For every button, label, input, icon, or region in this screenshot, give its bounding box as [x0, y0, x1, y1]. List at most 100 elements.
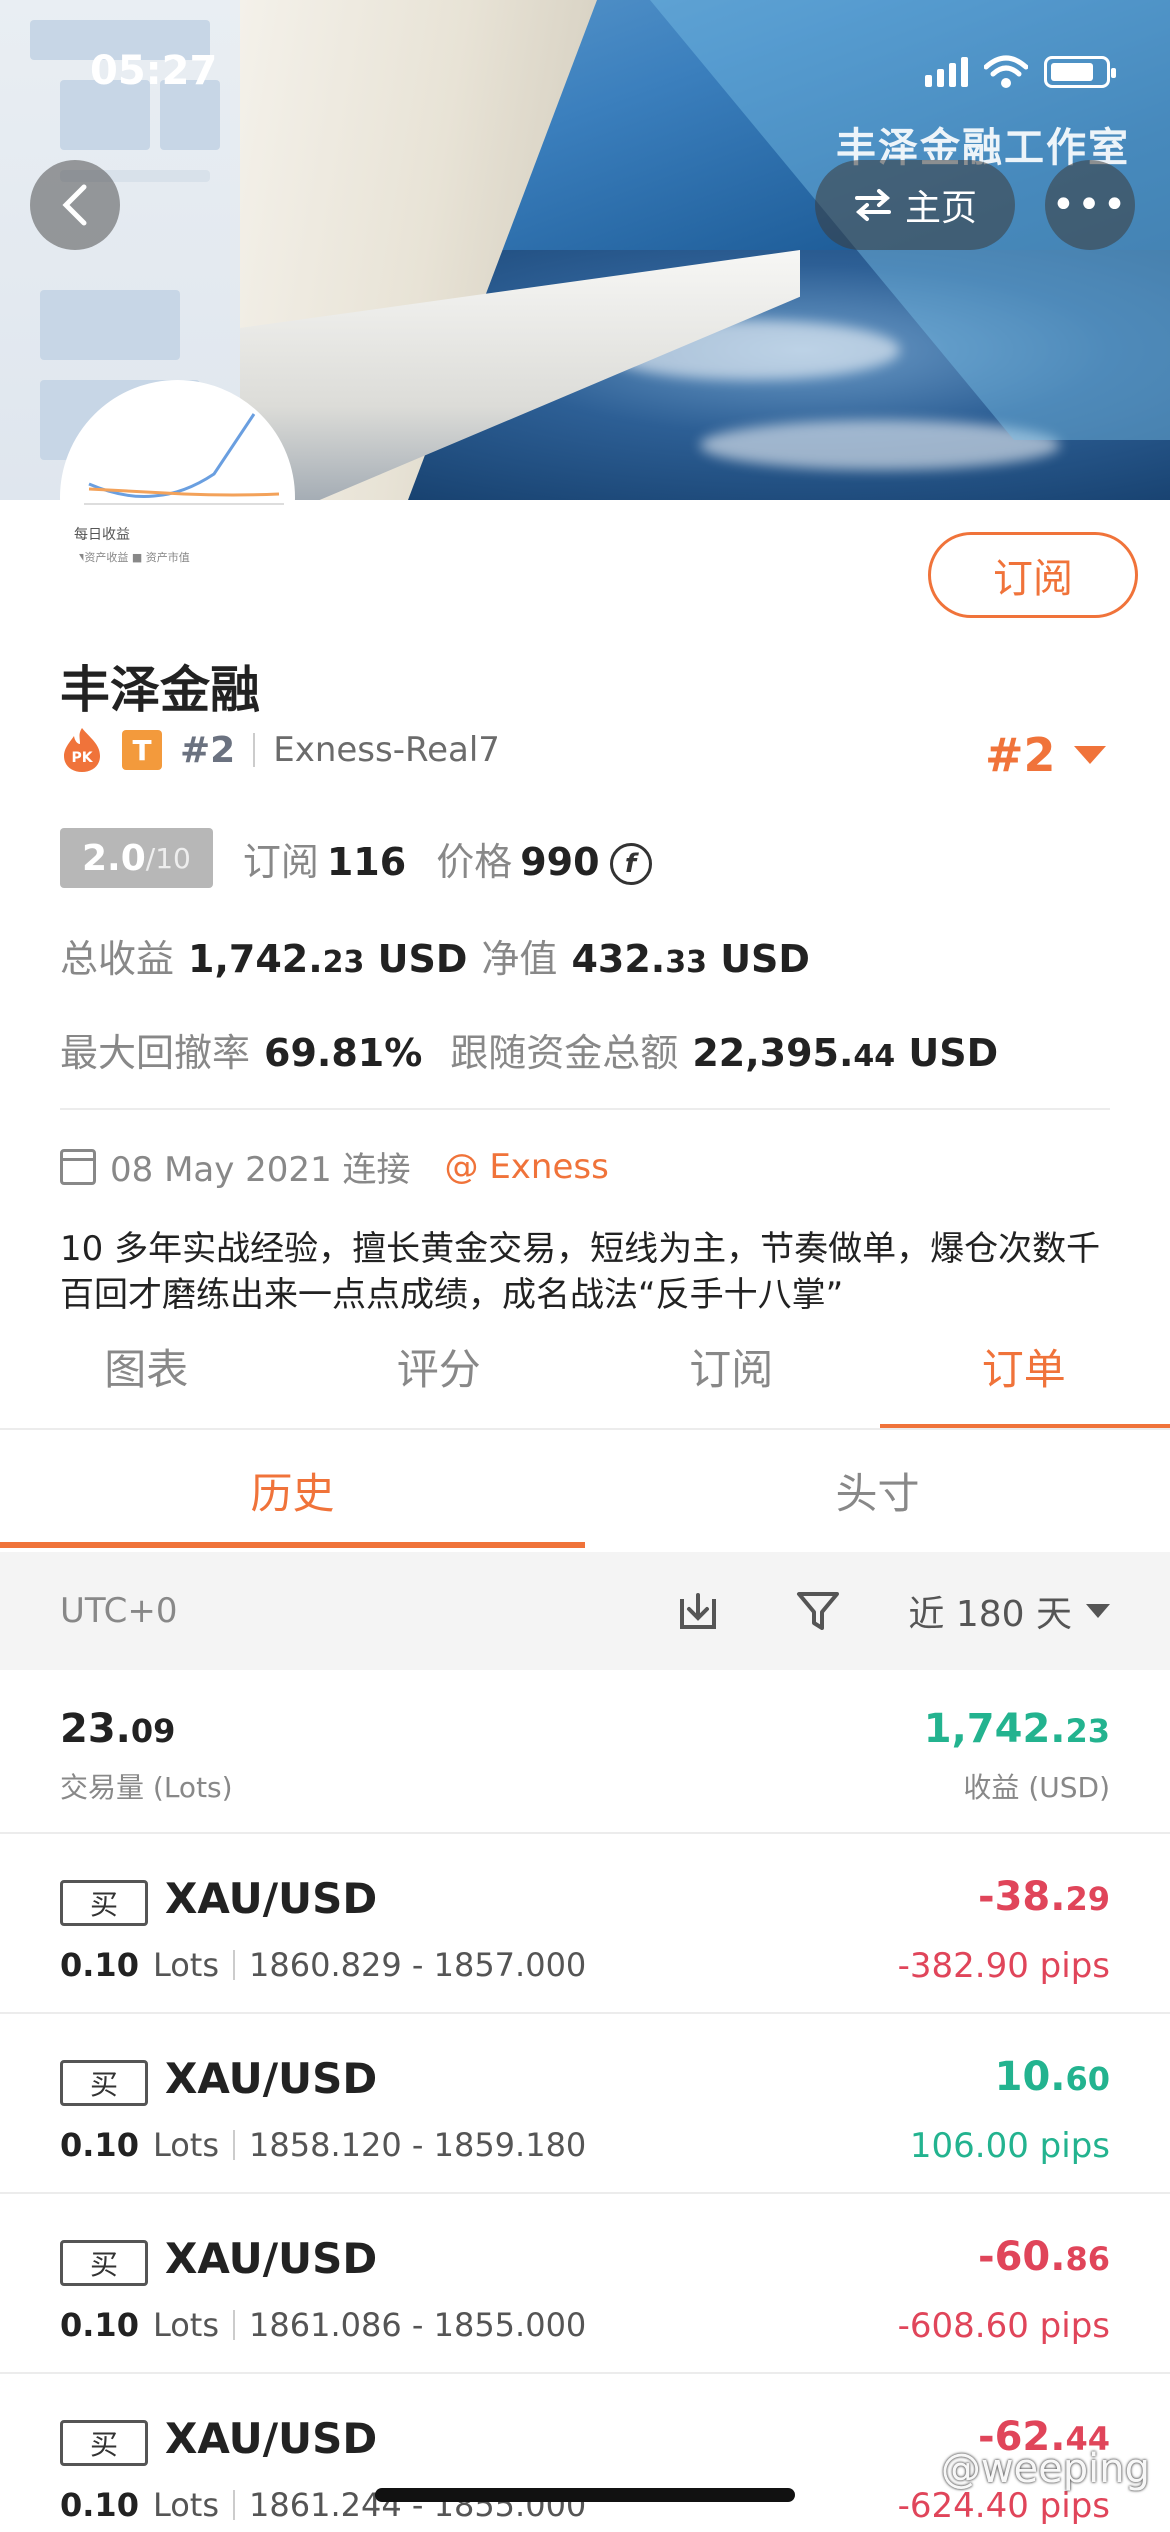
pk-flame-icon[interactable]: PK: [60, 726, 104, 774]
caret-down-icon: [1086, 1604, 1110, 1618]
total-profit-label: 总收益: [60, 937, 175, 981]
profit-label: 收益 (USD): [963, 1771, 1110, 1804]
subs-label: 订阅: [242, 839, 319, 884]
trader-bio: 10 多年实战经验，擅长黄金交易，短线为主，节奏做单，爆仓次数千百回才磨练出来一…: [60, 1229, 1101, 1315]
home-label: 主页: [904, 188, 977, 229]
order-pnl: -60.86: [978, 2234, 1110, 2280]
watermark: @weeping: [940, 2446, 1150, 2492]
side-badge: 买: [60, 2420, 148, 2466]
badges-row: PK T #2 Exness-Real7: [60, 726, 500, 774]
rank-big: #2: [985, 728, 1056, 782]
home-indicator[interactable]: [375, 2488, 795, 2502]
order-symbol: XAU/USD: [165, 2414, 378, 2463]
coin-icon: f: [609, 843, 652, 885]
calendar-icon: [60, 1148, 96, 1185]
meta-row: 08 May 2021 连接 @ Exness: [60, 1142, 609, 1191]
order-row[interactable]: 买 XAU/USD 0.10 Lots 1861.086 - 1855.000 -6…: [0, 2194, 1170, 2374]
score-row: 2.0/10 订阅 116 价格 990 f: [60, 828, 652, 888]
divider: [60, 1108, 1110, 1110]
rank-dropdown[interactable]: #2: [985, 728, 1106, 782]
divider: [253, 733, 256, 767]
wifi-icon: [984, 55, 1028, 88]
order-pips: -608.60 pips: [897, 2306, 1110, 2346]
max-drawdown-label: 最大回撤率: [60, 1031, 251, 1075]
filter-icon: [797, 1592, 840, 1630]
price-value: 990: [520, 839, 600, 884]
chevron-left-icon: [62, 184, 87, 226]
subs-value: 116: [326, 839, 407, 884]
order-price-range: 1860.829 - 1857.000: [249, 1946, 587, 1984]
order-symbol: XAU/USD: [165, 1874, 378, 1923]
subtab-history[interactable]: 历史: [0, 1430, 585, 1550]
tab-orders[interactable]: 订单: [878, 1322, 1170, 1430]
connected-date: 08 May 2021 连接: [110, 1150, 411, 1190]
avatar[interactable]: 每日收益 ■资产收益 ■ 资产市值: [60, 380, 295, 615]
subscribe-button[interactable]: 订阅: [928, 532, 1138, 618]
order-price-range: 1861.086 - 1855.000: [249, 2306, 587, 2344]
tier-badge: T: [122, 730, 162, 770]
subtab-positions[interactable]: 头寸: [585, 1430, 1170, 1550]
equity-value: 432.33 USD: [571, 937, 810, 981]
timezone-label: UTC+0: [60, 1591, 178, 1631]
score-badge: 2.0/10: [60, 828, 213, 888]
follow-funds-value: 22,395.44 USD: [692, 1031, 999, 1075]
signal-icon: [925, 57, 968, 87]
main-tabs: 图表 评分 订阅 订单: [0, 1322, 1170, 1430]
side-badge: 买: [60, 2240, 148, 2286]
avatar-legend-sub: ■资产收益 ■ 资产市值: [74, 551, 190, 564]
order-price-range: 1858.120 - 1859.180: [249, 2126, 587, 2164]
tab-subscription[interactable]: 订阅: [585, 1322, 878, 1430]
order-row[interactable]: 买 XAU/USD 0.10 Lots 1860.829 - 1857.000 -3…: [0, 1834, 1170, 2014]
more-icon: •••: [1051, 182, 1129, 228]
profit-row: 总收益 1,742.23 USD 净值 432.33 USD: [60, 928, 810, 983]
order-lots: 0.10 Lots 1861.086 - 1855.000: [60, 2306, 587, 2344]
home-button[interactable]: 主页: [815, 160, 1015, 250]
order-list: 买 XAU/USD 0.10 Lots 1860.829 - 1857.000 -3…: [0, 1834, 1170, 2532]
download-button[interactable]: [668, 1581, 728, 1641]
status-icons: [925, 55, 1116, 89]
range-dropdown[interactable]: 近 180 天: [908, 1585, 1110, 1637]
tab-rating[interactable]: 评分: [293, 1322, 586, 1430]
max-drawdown-value: 69.81%: [264, 1031, 423, 1075]
server-name: Exness-Real7: [273, 730, 500, 770]
more-button[interactable]: •••: [1045, 160, 1135, 250]
caret-down-icon: [1073, 746, 1106, 764]
side-badge: 买: [60, 2060, 148, 2106]
volume-value: 23.09: [60, 1706, 176, 1752]
filter-bar: UTC+0 近 180 天: [0, 1552, 1170, 1670]
order-subtabs: 历史 头寸: [0, 1430, 1170, 1550]
tab-chart[interactable]: 图表: [0, 1322, 293, 1430]
download-icon: [680, 1593, 717, 1629]
filter-button[interactable]: [788, 1581, 848, 1641]
avatar-legend: 每日收益: [74, 527, 130, 543]
risk-row: 最大回撤率 69.81% 跟随资金总额 22,395.44 USD: [60, 1022, 998, 1077]
subscribers: 订阅 116: [243, 831, 406, 886]
pk-label: PK: [71, 750, 93, 766]
profit-value: 1,742.23: [923, 1706, 1110, 1752]
price: 价格 990 f: [436, 831, 652, 886]
order-pips: -624.40 pips: [897, 2486, 1110, 2526]
status-time: 05:27: [90, 48, 218, 94]
battery-icon: [1044, 56, 1116, 88]
score-value: 2.0: [82, 837, 146, 879]
order-lots: 0.10 Lots 1858.120 - 1859.180: [60, 2126, 587, 2164]
volume-label: 交易量 (Lots): [60, 1771, 233, 1804]
range-label: 近 180 天: [908, 1594, 1072, 1635]
order-row[interactable]: 买 XAU/USD 0.10 Lots 1858.120 - 1859.180 10…: [0, 2014, 1170, 2194]
order-symbol: XAU/USD: [165, 2234, 378, 2283]
back-button[interactable]: [30, 160, 120, 250]
follow-funds-label: 跟随资金总额: [450, 1031, 679, 1075]
rank-small: #2: [180, 729, 236, 771]
broker-link[interactable]: @ Exness: [445, 1147, 609, 1187]
order-pnl: -38.29: [978, 1874, 1110, 1920]
equity-label: 净值: [481, 937, 558, 981]
total-profit-value: 1,742.23 USD: [188, 937, 468, 981]
order-lots: 0.10 Lots 1860.829 - 1857.000: [60, 1946, 587, 1984]
swap-icon: [854, 189, 891, 221]
price-label: 价格: [436, 839, 513, 884]
order-symbol: XAU/USD: [165, 2054, 378, 2103]
order-pips: 106.00 pips: [909, 2126, 1110, 2166]
orders-summary: 23.09 交易量 (Lots) 1,742.23 收益 (USD): [0, 1670, 1170, 1834]
order-pips: -382.90 pips: [897, 1946, 1110, 1986]
order-pnl: 10.60: [994, 2054, 1110, 2100]
